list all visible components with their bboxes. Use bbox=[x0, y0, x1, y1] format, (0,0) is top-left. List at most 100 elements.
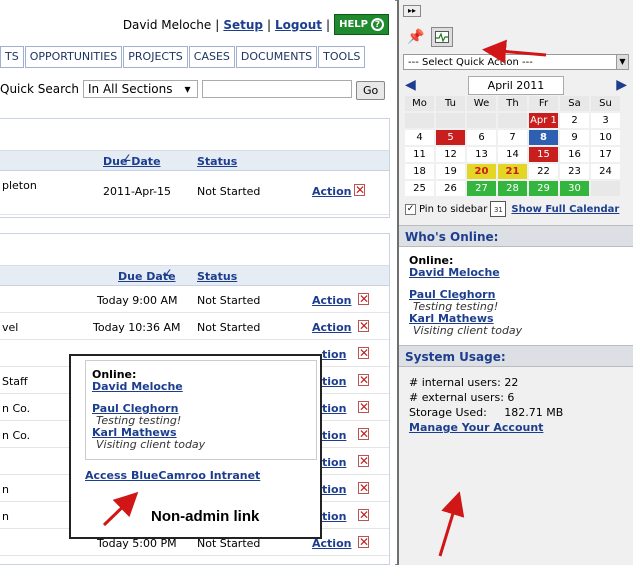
due-date-header[interactable]: Due Date bbox=[103, 155, 161, 168]
calendar-day[interactable]: 10 bbox=[591, 130, 620, 145]
calendar-day[interactable]: 28 bbox=[498, 181, 527, 196]
tab-projects[interactable]: PROJECTS bbox=[123, 46, 188, 68]
intranet-link[interactable]: Access BlueCamroo Intranet bbox=[85, 469, 260, 482]
tab-documents[interactable]: DOCUMENTS bbox=[235, 46, 318, 68]
calendar-week: 25 26 27 28 29 30 bbox=[405, 181, 620, 196]
row-status: Not Started bbox=[197, 185, 261, 198]
manage-account-link[interactable]: Manage Your Account bbox=[409, 421, 543, 434]
calendar-day[interactable]: 26 bbox=[436, 181, 465, 196]
row-name: n bbox=[2, 510, 9, 523]
action-link[interactable]: tion bbox=[322, 375, 346, 388]
calendar-day[interactable]: 5 bbox=[436, 130, 465, 145]
next-month-icon[interactable]: ▶ bbox=[616, 77, 627, 93]
prev-month-icon[interactable]: ◀ bbox=[405, 77, 416, 93]
tab-cases[interactable]: CASES bbox=[188, 46, 235, 68]
calendar-day[interactable]: 22 bbox=[529, 164, 558, 179]
calendar-day[interactable]: 19 bbox=[436, 164, 465, 179]
row-status: Not Started bbox=[197, 321, 261, 334]
calendar-week: 4 5 6 7 8 9 10 bbox=[405, 130, 620, 145]
calendar-day[interactable]: 25 bbox=[405, 181, 434, 196]
collapse-sidebar-icon[interactable]: ▸▸ bbox=[403, 5, 421, 17]
calendar-day[interactable]: 8 bbox=[529, 130, 558, 145]
table-row: Today 9:00 AM Not Started Action ✕ bbox=[0, 286, 389, 313]
delete-icon[interactable]: ✕ bbox=[358, 428, 369, 440]
action-link[interactable]: Action bbox=[312, 321, 351, 334]
storage-label: Storage Used: bbox=[409, 406, 487, 419]
logout-link[interactable]: Logout bbox=[275, 18, 322, 32]
calendar-day[interactable]: 4 bbox=[405, 130, 434, 145]
calendar-day[interactable]: 2 bbox=[560, 113, 589, 128]
calendar-day[interactable] bbox=[436, 113, 465, 128]
help-button[interactable]: HELP ? bbox=[334, 14, 389, 35]
calendar-day[interactable] bbox=[591, 181, 620, 196]
delete-icon[interactable]: ✕ bbox=[358, 320, 369, 332]
action-link[interactable]: Action bbox=[312, 294, 351, 307]
delete-icon[interactable]: ✕ bbox=[358, 401, 369, 413]
calendar-day[interactable]: 30 bbox=[560, 181, 589, 196]
calendar-day[interactable]: Apr 1 bbox=[529, 113, 558, 128]
action-link[interactable]: Action bbox=[312, 185, 351, 198]
delete-icon[interactable]: ✕ bbox=[358, 536, 369, 548]
calendar-day[interactable]: 18 bbox=[405, 164, 434, 179]
calendar-day[interactable]: 27 bbox=[467, 181, 496, 196]
activity-monitor-icon[interactable] bbox=[431, 27, 453, 47]
action-link[interactable]: tion bbox=[322, 510, 346, 523]
panel-header bbox=[0, 119, 389, 151]
pin-icon[interactable]: 📌 bbox=[405, 27, 427, 47]
tab-tools[interactable]: TOOLS bbox=[318, 46, 366, 68]
calendar-day[interactable]: 14 bbox=[498, 147, 527, 162]
action-link[interactable]: tion bbox=[322, 483, 346, 496]
calendar-day[interactable]: 15 bbox=[529, 147, 558, 162]
calendar-day[interactable]: 16 bbox=[560, 147, 589, 162]
calendar-day[interactable] bbox=[467, 113, 496, 128]
calendar-day[interactable]: 6 bbox=[467, 130, 496, 145]
calendar-day[interactable]: 21 bbox=[498, 164, 527, 179]
action-link[interactable]: tion bbox=[322, 402, 346, 415]
user-link[interactable]: David Meloche bbox=[92, 380, 183, 393]
delete-icon[interactable]: ✕ bbox=[358, 347, 369, 359]
status-header[interactable]: Status bbox=[197, 270, 237, 283]
calendar-day[interactable]: 3 bbox=[591, 113, 620, 128]
go-button[interactable]: Go bbox=[356, 81, 386, 100]
weekday-label: Su bbox=[591, 96, 620, 111]
delete-icon[interactable]: ✕ bbox=[358, 455, 369, 467]
quick-action-select[interactable]: --- Select Quick Action --- ▼ bbox=[403, 54, 629, 70]
status-header[interactable]: Status bbox=[197, 155, 237, 168]
calendar-day[interactable]: 20 bbox=[467, 164, 496, 179]
calendar-day[interactable]: 7 bbox=[498, 130, 527, 145]
tab-contacts[interactable]: TS bbox=[0, 46, 24, 68]
pin-to-sidebar: ✓ Pin to sidebar 31 Show Full Calendar bbox=[399, 201, 633, 217]
calendar-day[interactable] bbox=[405, 113, 434, 128]
calendar-day[interactable] bbox=[498, 113, 527, 128]
table-row: vel Today 10:36 AM Not Started Action ✕ bbox=[0, 313, 389, 340]
separator: | bbox=[215, 17, 220, 32]
user-link[interactable]: David Meloche bbox=[409, 266, 500, 279]
calendar-day[interactable]: 23 bbox=[560, 164, 589, 179]
action-link[interactable]: tion bbox=[322, 429, 346, 442]
search-scope-select[interactable]: In All Sections ▾ bbox=[82, 80, 198, 98]
calendar-day[interactable]: 29 bbox=[529, 181, 558, 196]
delete-icon[interactable]: ✕ bbox=[358, 293, 369, 305]
show-full-calendar-link[interactable]: Show Full Calendar bbox=[511, 204, 619, 215]
search-input[interactable] bbox=[201, 80, 352, 98]
delete-icon[interactable]: ✕ bbox=[354, 184, 365, 196]
action-link[interactable]: tion bbox=[322, 456, 346, 469]
pin-checkbox[interactable]: ✓ bbox=[405, 203, 416, 215]
calendar-day[interactable]: 12 bbox=[436, 147, 465, 162]
calendar-day[interactable]: 13 bbox=[467, 147, 496, 162]
delete-icon[interactable]: ✕ bbox=[358, 482, 369, 494]
month-label: April 2011 bbox=[468, 75, 564, 95]
calendar-day[interactable]: 24 bbox=[591, 164, 620, 179]
calendar-day[interactable]: 17 bbox=[591, 147, 620, 162]
delete-icon[interactable]: ✕ bbox=[358, 509, 369, 521]
calendar-day[interactable]: 9 bbox=[560, 130, 589, 145]
column-header-row: Due Date ∠ Status bbox=[0, 151, 389, 171]
setup-link[interactable]: Setup bbox=[223, 18, 263, 32]
user-name: David Meloche bbox=[122, 17, 212, 32]
action-link[interactable]: tion bbox=[322, 348, 346, 361]
help-label: HELP bbox=[339, 19, 368, 30]
calendar-day[interactable]: 11 bbox=[405, 147, 434, 162]
delete-icon[interactable]: ✕ bbox=[358, 374, 369, 386]
storage-value: 182.71 MB bbox=[504, 406, 564, 419]
tab-opportunities[interactable]: OPPORTUNITIES bbox=[24, 46, 123, 68]
